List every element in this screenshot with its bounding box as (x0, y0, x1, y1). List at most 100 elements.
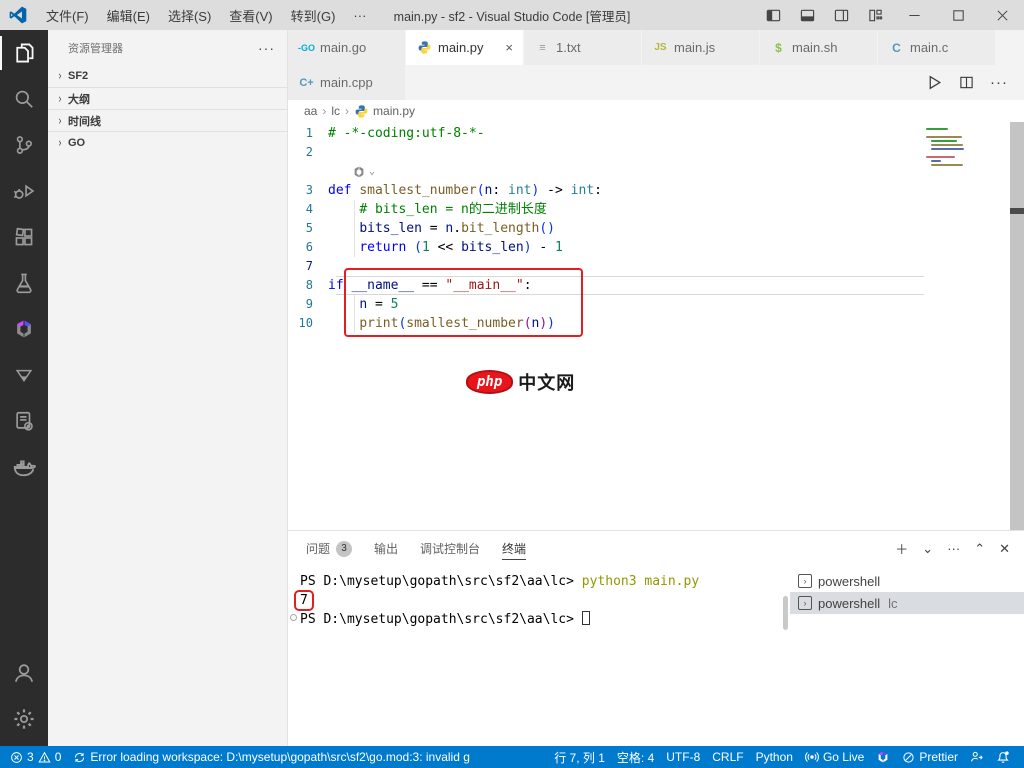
code-line-5: 5 bits_len = n.bit_length() (288, 219, 1024, 238)
line-number: 2 (305, 145, 313, 159)
activity-search-icon[interactable] (0, 76, 48, 122)
terminal-list: › powershell › powershell lc (790, 566, 1024, 746)
terminal-dropdown-button[interactable]: ⌄ (922, 541, 933, 557)
panel-tab-终端[interactable]: 终端 (502, 531, 527, 566)
cpp-file-icon: C+ (299, 76, 314, 89)
layout-panel-button[interactable] (790, 0, 824, 30)
menu-2[interactable]: 编辑(E) (98, 0, 159, 30)
eol-status[interactable]: CRLF (706, 746, 749, 768)
sidebar-section-sf2[interactable]: › SF2 (48, 65, 287, 87)
chevron-down-icon: ⌄ (369, 166, 376, 177)
line-number: 5 (305, 221, 313, 235)
line-number: 4 (305, 202, 313, 216)
menu-6[interactable]: ··· (344, 0, 375, 30)
cursor-position-status[interactable]: 行 7, 列 1 (548, 746, 611, 768)
panel-tab-调试控制台[interactable]: 调试控制台 (420, 531, 480, 566)
menu-1[interactable]: 文件(F) (37, 0, 98, 30)
tab-close-icon[interactable]: × (503, 40, 515, 55)
close-button[interactable] (980, 0, 1024, 30)
tab-1.txt[interactable]: ≡ 1.txt (524, 30, 642, 65)
vscode-window: 文件(F) 编辑(E) 选择(S) 查看(V) 转到(G) ··· main.py - s… (0, 0, 1024, 768)
activity-triangle-icon[interactable] (0, 352, 48, 398)
terminal-instance-powershell[interactable]: › powershell (790, 570, 1024, 592)
tab-main.go[interactable]: -GO main.go (288, 30, 406, 65)
code-line-9: 9 n = 5 (288, 295, 1024, 314)
breadcrumb-separator: › (322, 104, 327, 118)
prettier-status[interactable]: Prettier (896, 746, 964, 768)
problems-status[interactable]: 3 0 (4, 746, 67, 768)
activity-docker-icon[interactable] (0, 444, 48, 490)
terminal-icon: › (798, 596, 812, 610)
editor-more-actions[interactable]: ··· (990, 74, 1008, 91)
chevron-right-icon: › (58, 113, 62, 128)
layout-sidebar-right-button[interactable] (824, 0, 858, 30)
panel-tab-输出[interactable]: 输出 (374, 531, 398, 566)
tab-main.c[interactable]: Cmain.c (878, 30, 996, 65)
editor-scrollbar[interactable] (1010, 122, 1024, 530)
breadcrumb[interactable]: aa › lc › main.py (288, 100, 1024, 122)
tab-main.sh[interactable]: $ main.sh (760, 30, 878, 65)
activity-explorer-icon[interactable] (0, 30, 48, 76)
explorer-sidebar: 资源管理器 ··· › SF2 › 大纲 › 时间线 › GO (48, 30, 288, 746)
c-file-icon: C (892, 40, 901, 55)
notifications-bell[interactable] (990, 746, 1016, 768)
menu-5[interactable]: 转到(G) (282, 0, 345, 30)
minimap-line (926, 156, 955, 158)
minimize-button[interactable] (892, 0, 936, 30)
command-decoration-icon[interactable] (290, 614, 297, 621)
layout-sidebar-button[interactable] (756, 0, 790, 30)
indentation-status[interactable]: 空格: 4 (611, 746, 660, 768)
sidebar-section-大纲[interactable]: › 大纲 (48, 87, 287, 109)
maximize-panel-button[interactable]: ⌃ (974, 541, 985, 557)
tabnine-status[interactable] (870, 746, 896, 768)
minimap-line (931, 164, 963, 166)
python-file-icon (354, 104, 369, 119)
sidebar-more-button[interactable]: ··· (258, 40, 275, 56)
terminal-scrollbar[interactable] (783, 596, 788, 630)
minimap-line (931, 160, 941, 162)
activity-tabnine-icon[interactable] (0, 306, 48, 352)
breadcrumb-item-aa[interactable]: aa (304, 104, 317, 118)
tab-main.cpp[interactable]: C+ main.cpp (288, 65, 406, 100)
chevron-right-icon: › (58, 135, 62, 150)
panel-tab-问题[interactable]: 问题 3 (306, 531, 353, 566)
breadcrumb-item-lc[interactable]: lc (331, 104, 340, 118)
editor-code-area[interactable]: 1 # -*-coding:utf-8-*- 2 ⌄ 3 def smallest_num… (288, 122, 1024, 530)
terminal-instance-powershell-lc[interactable]: › powershell lc (790, 592, 1024, 614)
activity-settings-icon[interactable] (0, 696, 48, 742)
language-mode-status[interactable]: Python (750, 746, 799, 768)
activity-code-doc-icon[interactable] (0, 398, 48, 444)
problems-badge: 3 (336, 540, 353, 557)
split-editor-button[interactable] (959, 75, 974, 90)
maximize-button[interactable] (936, 0, 980, 30)
activity-extensions-icon[interactable] (0, 214, 48, 260)
sidebar-section-时间线[interactable]: › 时间线 (48, 109, 287, 131)
run-button[interactable] (926, 74, 943, 91)
tab-row-2: C+ main.cpp ··· (288, 65, 1024, 100)
activity-source-control-icon[interactable] (0, 122, 48, 168)
activity-testing-icon[interactable] (0, 260, 48, 306)
sidebar-section-go[interactable]: › GO (48, 131, 287, 153)
tab-main.js[interactable]: JS main.js (642, 30, 760, 65)
new-terminal-button[interactable]: ＋ (895, 539, 908, 558)
workspace-error-status[interactable]: Error loading workspace: D:\mysetup\gopa… (67, 746, 476, 768)
layout-custom-button[interactable] (858, 0, 892, 30)
sidebar-title: 资源管理器 (68, 42, 123, 55)
activity-account-icon[interactable] (0, 650, 48, 696)
code-line-1: 1 # -*-coding:utf-8-*- (288, 124, 1024, 143)
code-line-3: 3 def smallest_number(n: int) -> int: (288, 181, 1024, 200)
encoding-status[interactable]: UTF-8 (660, 746, 706, 768)
txt-file-icon: ≡ (539, 41, 546, 54)
panel-more-button[interactable]: ··· (947, 541, 960, 556)
breadcrumb-item-main.py[interactable]: main.py (373, 104, 415, 118)
tabnine-inline-hint[interactable]: ⌄ (288, 162, 1024, 181)
menu-3[interactable]: 选择(S) (159, 0, 220, 30)
feedback-status[interactable] (964, 746, 990, 768)
menu-4[interactable]: 查看(V) (220, 0, 281, 30)
go-live-status[interactable]: Go Live (799, 746, 870, 768)
close-panel-button[interactable]: ✕ (999, 541, 1010, 557)
activity-run-debug-icon[interactable] (0, 168, 48, 214)
tab-main.py[interactable]: main.py × (406, 30, 524, 65)
terminal-output[interactable]: PS D:\mysetup\gopath\src\sf2\aa\lc> pyth… (288, 566, 790, 746)
php-badge: php (466, 370, 514, 394)
